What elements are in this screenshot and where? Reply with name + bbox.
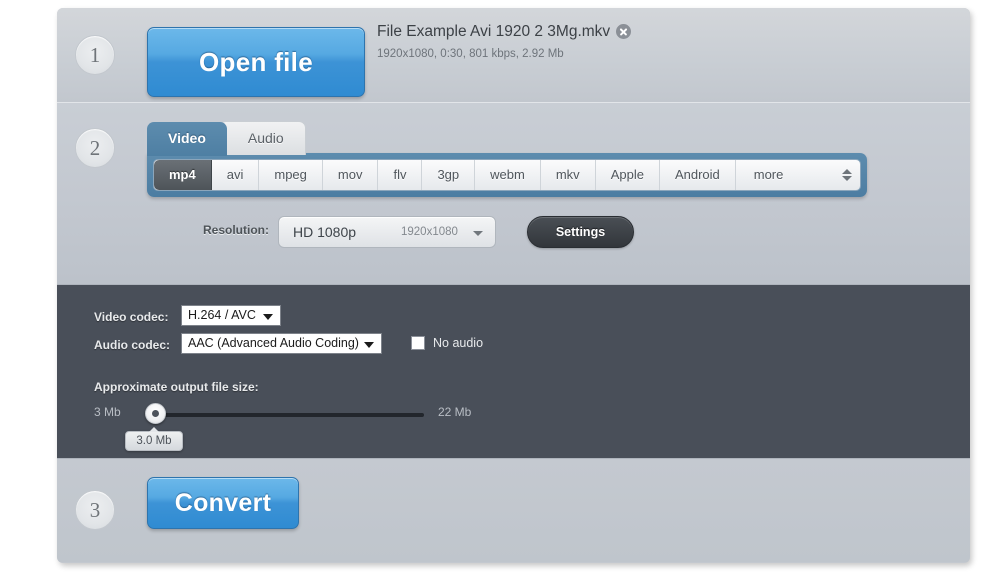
media-type-tabs: Video Audio: [147, 121, 306, 156]
resolution-value: HD 1080p: [293, 224, 357, 240]
output-size-slider-track[interactable]: [154, 413, 424, 417]
format-option-avi[interactable]: avi: [212, 160, 260, 190]
output-size-slider-handle[interactable]: [145, 403, 166, 424]
step-2-badge: 2: [75, 128, 115, 168]
file-name-text: File Example Avi 1920 2 3Mg.mkv: [377, 23, 611, 40]
output-size-max-label: 22 Mb: [438, 405, 472, 419]
format-option-3gp[interactable]: 3gp: [422, 160, 476, 190]
no-audio-checkbox[interactable]: [411, 336, 425, 350]
format-option-mpeg[interactable]: mpeg: [259, 160, 323, 190]
tab-audio[interactable]: Audio: [218, 121, 306, 155]
format-selector-panel: mp4 avi mpeg mov flv 3gp webm mkv Apple …: [147, 153, 867, 197]
chevron-down-icon: [263, 314, 273, 320]
chevron-down-icon: [363, 342, 374, 348]
output-size-title: Approximate output file size:: [94, 380, 259, 394]
resolution-dimensions: 1920x1080: [401, 226, 458, 238]
format-option-mp4[interactable]: mp4: [154, 160, 212, 190]
step-2-section: 2 Video Audio mp4 avi mpeg mov flv 3gp we…: [57, 103, 970, 284]
format-option-mkv[interactable]: mkv: [541, 160, 596, 190]
video-codec-label: Video codec:: [94, 310, 169, 324]
step-1-badge: 1: [75, 35, 115, 75]
format-option-android[interactable]: Android: [660, 160, 736, 190]
file-name-row: File Example Avi 1920 2 3Mg.mkv: [377, 23, 632, 41]
open-file-button[interactable]: Open file: [147, 27, 365, 97]
format-strip: mp4 avi mpeg mov flv 3gp webm mkv Apple …: [153, 159, 861, 191]
format-option-mov[interactable]: mov: [323, 160, 379, 190]
convert-button[interactable]: Convert: [147, 477, 299, 529]
format-option-flv[interactable]: flv: [378, 160, 423, 190]
output-size-value-tooltip: 3.0 Mb: [125, 427, 183, 451]
up-down-stepper-icon[interactable]: [834, 160, 860, 190]
audio-codec-select[interactable]: AAC (Advanced Audio Coding): [181, 333, 382, 354]
format-option-apple[interactable]: Apple: [596, 160, 660, 190]
settings-button[interactable]: Settings: [527, 216, 634, 248]
step-3-badge: 3: [75, 490, 115, 530]
step-3-section: 3 Convert: [57, 458, 970, 562]
converter-app-window: 1 Open file File Example Avi 1920 2 3Mg.…: [57, 8, 970, 563]
video-codec-select[interactable]: H.264 / AVC: [181, 305, 281, 326]
resolution-select[interactable]: HD 1080p 1920x1080: [278, 216, 496, 248]
codec-settings-panel: Video codec: H.264 / AVC Audio codec: AA…: [57, 284, 970, 458]
audio-codec-value: AAC (Advanced Audio Coding): [188, 336, 359, 350]
chevron-down-icon: [473, 231, 483, 236]
format-option-more[interactable]: more: [736, 160, 834, 190]
file-metadata: 1920x1080, 0:30, 801 kbps, 2.92 Mb: [377, 48, 564, 60]
video-codec-value: H.264 / AVC: [188, 308, 256, 322]
output-size-min-label: 3 Mb: [94, 405, 121, 419]
resolution-label: Resolution:: [203, 223, 269, 237]
audio-codec-label: Audio codec:: [94, 338, 171, 352]
format-option-webm[interactable]: webm: [475, 160, 541, 190]
tab-video[interactable]: Video: [147, 122, 227, 156]
step-1-section: 1 Open file File Example Avi 1920 2 3Mg.…: [57, 8, 970, 103]
no-audio-label: No audio: [433, 336, 484, 350]
close-circle-icon[interactable]: [616, 24, 632, 39]
